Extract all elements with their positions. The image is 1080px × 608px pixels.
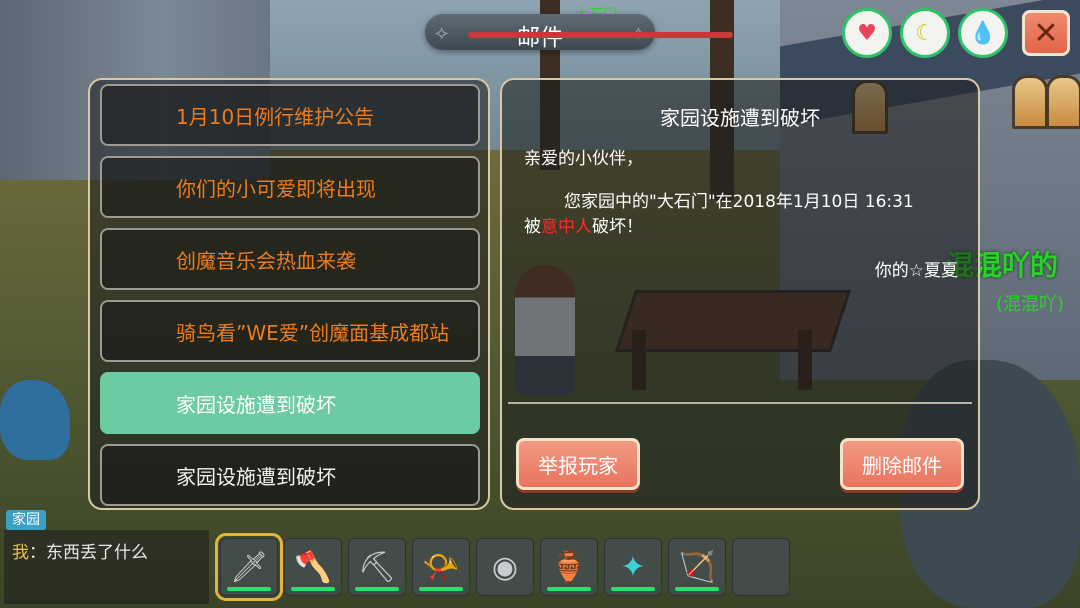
mail-signature: 你的☆夏夏 bbox=[874, 261, 958, 281]
blue-creature bbox=[0, 380, 70, 460]
mail-body-line: 被意中人破坏！ bbox=[524, 215, 964, 240]
chat-message-text: ：东西丢了什么 bbox=[29, 543, 148, 563]
close-button[interactable]: ✕ bbox=[1022, 10, 1070, 56]
hotbar-slot[interactable]: 📯 bbox=[412, 538, 470, 596]
mail-body: 您家园中的"大石门"在2018年1月10日 16:31 被意中人破坏！ bbox=[524, 190, 964, 240]
mail-list-panel: 1月10日例行维护公告 你们的小可爱即将出现 创魔音乐会热血来袭 骑鸟看”WE爱… bbox=[88, 78, 490, 510]
durability-bar bbox=[291, 587, 335, 591]
durability-bar bbox=[227, 587, 271, 591]
horn-icon: 📯 bbox=[422, 549, 460, 585]
mail-detail-panel: 家园设施遭到破坏 亲爱的小伙伴， 您家园中的"大石门"在2018年1月10日 1… bbox=[500, 78, 980, 510]
durability-bar bbox=[355, 587, 399, 591]
mail-list-item[interactable]: 骑鸟看”WE爱”创魔面基成都站 bbox=[100, 300, 480, 362]
mail-list-item-selected[interactable]: 家园设施遭到破坏 bbox=[100, 372, 480, 434]
magic-staff-icon: ✦ bbox=[620, 549, 646, 585]
health-bar bbox=[468, 32, 733, 38]
mail-list-item[interactable]: 创魔音乐会热血来袭 bbox=[100, 228, 480, 290]
offender-name[interactable]: 意中人 bbox=[541, 217, 592, 237]
hotbar-slot-empty[interactable] bbox=[732, 538, 790, 596]
hotbar-slot[interactable]: 🪓 bbox=[284, 538, 342, 596]
hotbar-slot[interactable]: 🏹 bbox=[668, 538, 726, 596]
mail-item-title: 家园设施遭到破坏 bbox=[176, 392, 336, 417]
water-drop-icon[interactable]: 💧 bbox=[958, 8, 1008, 58]
durability-bar bbox=[547, 587, 591, 591]
mail-greeting: 亲爱的小伙伴， bbox=[524, 149, 643, 169]
mail-list-item[interactable]: 家园设施遭到破坏 bbox=[100, 444, 480, 506]
hotbar-slot[interactable]: 🏺 bbox=[540, 538, 598, 596]
mail-item-title: 你们的小可爱即将出现 bbox=[176, 176, 376, 201]
durability-bar bbox=[611, 587, 655, 591]
shield-disc-icon: ◉ bbox=[491, 549, 519, 585]
mail-detail-title: 家园设施遭到破坏 bbox=[660, 106, 820, 130]
gourd-icon: 🏺 bbox=[550, 549, 588, 585]
hotbar-slot[interactable]: ◉ bbox=[476, 538, 534, 596]
chat-channel-tag[interactable]: 家园 bbox=[6, 510, 46, 530]
mail-list-item[interactable]: 你们的小可爱即将出现 bbox=[100, 156, 480, 218]
pickaxe-icon: ⛏ bbox=[357, 549, 397, 585]
building-window bbox=[1012, 75, 1048, 129]
mail-list-item[interactable]: 1月10日例行维护公告 bbox=[100, 84, 480, 146]
bow-icon: 🏹 bbox=[678, 549, 716, 585]
sword-icon: 🗡 bbox=[229, 549, 269, 585]
delete-mail-button[interactable]: 删除邮件 bbox=[840, 438, 964, 490]
banana-icon[interactable]: ☾ bbox=[900, 8, 950, 58]
mail-item-title: 家园设施遭到破坏 bbox=[176, 464, 336, 489]
chat-box[interactable]: 我：东西丢了什么 bbox=[4, 530, 209, 604]
hotbar-slot[interactable]: ⛏ bbox=[348, 538, 406, 596]
mail-item-title: 骑鸟看”WE爱”创魔面基成都站 bbox=[176, 320, 450, 345]
hotbar-slot[interactable]: 🗡 bbox=[215, 533, 283, 601]
mail-body-text: 破坏！ bbox=[592, 217, 643, 237]
detail-divider bbox=[508, 402, 972, 404]
mail-item-title: 1月10日例行维护公告 bbox=[176, 104, 375, 129]
nearby-player-subname: (混混吖) bbox=[996, 294, 1065, 315]
heart-icon[interactable]: ♥ bbox=[842, 8, 892, 58]
durability-bar bbox=[675, 587, 719, 591]
mail-body-line: 您家园中的"大石门"在2018年1月10日 16:31 bbox=[564, 192, 914, 212]
axe-icon: 🪓 bbox=[294, 549, 332, 585]
mail-item-title: 创魔音乐会热血来袭 bbox=[176, 248, 356, 273]
chat-message: 我：东西丢了什么 bbox=[12, 538, 148, 563]
report-player-button[interactable]: 举报玩家 bbox=[516, 438, 640, 490]
building-window bbox=[1046, 75, 1080, 129]
hotbar-slot[interactable]: ✦ bbox=[604, 538, 662, 596]
chat-sender: 我 bbox=[12, 543, 29, 563]
mail-body-text: 被 bbox=[524, 217, 541, 237]
durability-bar bbox=[419, 587, 463, 591]
